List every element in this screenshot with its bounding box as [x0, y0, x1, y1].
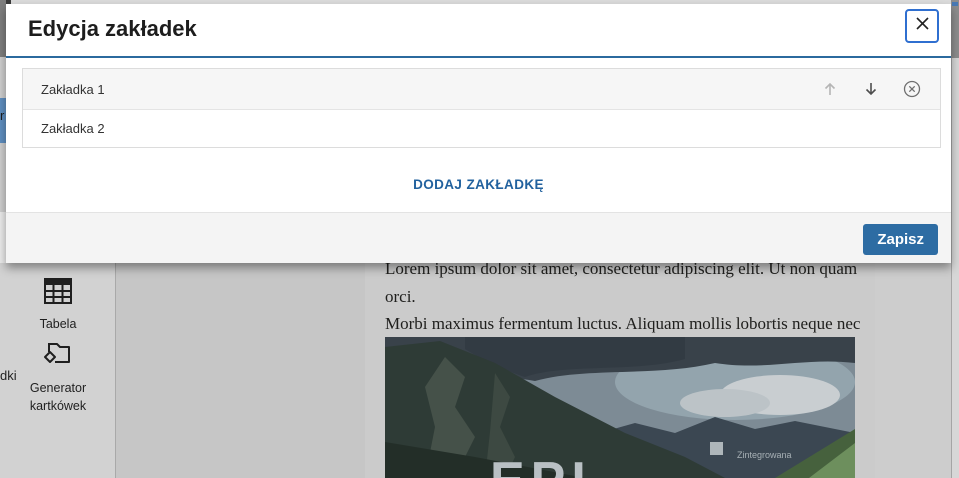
paragraph-line: Lorem ipsum dolor sit amet, consectetur …	[385, 255, 863, 310]
move-down-icon[interactable]	[861, 79, 881, 99]
photo-logo-subtext: Zintegrowana	[737, 450, 792, 460]
sidebar-item-label: Generator kartkówek	[30, 381, 86, 413]
scrollbar-top-mark	[952, 2, 958, 6]
add-bookmark-button[interactable]: DODAJ ZAKŁADKĘ	[413, 177, 544, 192]
bookmark-label: Zakładka 2	[41, 121, 105, 136]
page-scrollbar[interactable]	[951, 0, 959, 478]
sidebar-item-label: Tabela	[40, 317, 77, 331]
bookmark-row[interactable]: Zakładka 1	[23, 69, 940, 110]
dialog-title: Edycja zakładek	[28, 16, 197, 42]
photo-logo-text: EPI	[490, 455, 592, 478]
save-button[interactable]: Zapisz	[863, 224, 938, 255]
content-right-margin	[875, 263, 951, 478]
paragraph-line: Morbi maximus fermentum luctus. Aliquam …	[385, 310, 863, 338]
edit-bookmarks-dialog: Edycja zakładek Zakładka 1	[6, 4, 951, 263]
close-button[interactable]	[905, 9, 939, 43]
quiz-generator-icon	[16, 340, 100, 373]
remove-icon[interactable]	[902, 79, 922, 99]
bookmark-row[interactable]: Zakładka 2	[23, 110, 940, 147]
photo-logo-dot	[710, 442, 723, 455]
sidebar-item-tabela[interactable]: Tabela	[16, 278, 100, 333]
scrollbar-thumb[interactable]	[951, 0, 959, 58]
table-icon	[16, 278, 100, 309]
bookmark-label: Zakładka 1	[41, 82, 105, 97]
lesson-content: Lorem ipsum dolor sit amet, consectetur …	[365, 263, 875, 478]
add-bookmark-container: DODAJ ZAKŁADKĘ	[6, 176, 951, 194]
mountains-photo: EPI Zintegrowana	[385, 337, 855, 478]
title-divider	[6, 56, 951, 58]
bookmarks-list: Zakładka 1	[22, 68, 941, 148]
dialog-footer: Zapisz	[6, 212, 951, 263]
close-icon	[915, 16, 930, 36]
sidebar-item-generator-kartkowek[interactable]: Generator kartkówek	[16, 340, 100, 415]
move-up-icon[interactable]	[820, 79, 840, 99]
